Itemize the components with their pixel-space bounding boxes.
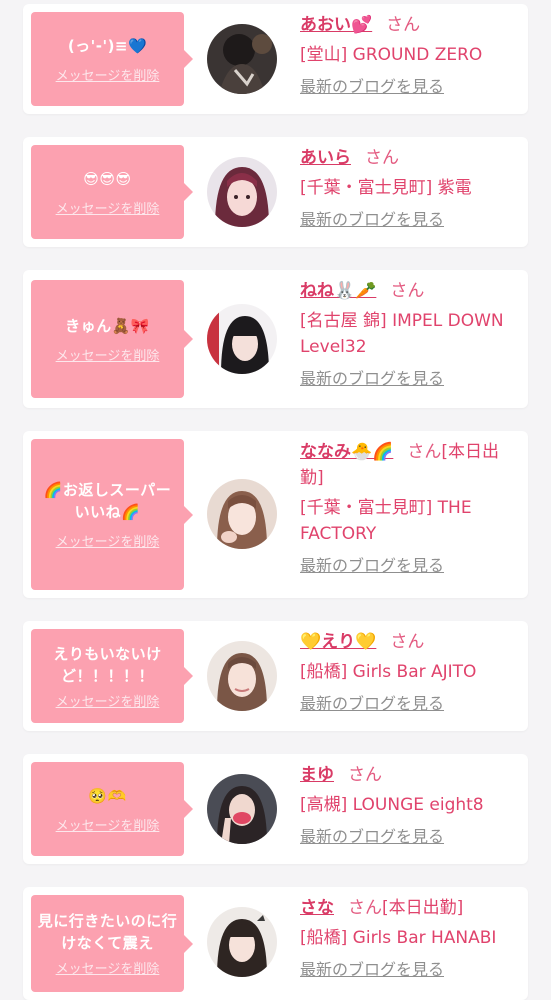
- avatar[interactable]: [207, 157, 277, 227]
- avatar[interactable]: [207, 774, 277, 844]
- message-text: きゅん🧸🎀: [65, 316, 150, 335]
- shop-name: [名古屋 錦] IMPEL DOWN Level32: [300, 311, 504, 357]
- delete-message-link[interactable]: メッセージを削除: [56, 815, 160, 834]
- shop-name: [堂山] GROUND ZERO: [300, 45, 483, 65]
- message-bubble: 🌈お返しスーパーいいね🌈 メッセージを削除: [31, 439, 193, 590]
- delete-message-link[interactable]: メッセージを削除: [56, 345, 160, 364]
- honorific: さん: [390, 632, 425, 652]
- message-bubble: (っ'-')≡💙 メッセージを削除: [31, 12, 193, 106]
- honorific: さん: [365, 148, 399, 168]
- list-item: 見に行きたいのに行けなくて震え メッセージを削除 さな さん[本日出勤] [船橋]…: [23, 887, 528, 1000]
- shop-name: [千葉・富士見町] THE FACTORY: [300, 498, 472, 544]
- cast-name-link[interactable]: 💛えり💛: [300, 632, 376, 652]
- list-item: えりもいないけど！！！！！ メッセージを削除 💛えり💛 さん [船橋] Girls…: [23, 621, 528, 731]
- list-item: きゅん🧸🎀 メッセージを削除 ねね🐰🥕 さん [名古屋 錦] IMPEL DOWN…: [23, 270, 528, 408]
- cast-name-link[interactable]: あいら: [300, 148, 351, 168]
- profile-info: 💛えり💛 さん [船橋] Girls Bar AJITO 最新のブログを見る: [300, 629, 520, 717]
- shop-name: [船橋] Girls Bar HANABI: [300, 928, 497, 948]
- message-text: 🌈お返しスーパーいいね🌈: [43, 481, 172, 521]
- list-item: 😎😎😎 メッセージを削除 あいら さん [千葉・富士見町] 紫電 最新のブログを見…: [23, 137, 528, 247]
- list-item: 🌈お返しスーパーいいね🌈 メッセージを削除 ななみ🐣🌈 さん[本日出勤] [千葉・…: [23, 431, 528, 598]
- profile-info: ねね🐰🥕 さん [名古屋 錦] IMPEL DOWN Level32 最新のブログ…: [300, 278, 520, 392]
- profile-info: あいら さん [千葉・富士見町] 紫電 最新のブログを見る: [300, 145, 520, 233]
- message-text: 🥺🫶: [88, 786, 127, 805]
- honorific: さん: [348, 898, 382, 918]
- message-bubble: えりもいないけど！！！！！ メッセージを削除: [31, 629, 193, 723]
- latest-blog-link[interactable]: 最新のブログを見る: [300, 74, 444, 100]
- avatar[interactable]: [207, 641, 277, 711]
- message-list: (っ'-')≡💙 メッセージを削除 あおい💕 さん [堂山] GROUND ZER…: [0, 0, 551, 1000]
- latest-blog-link[interactable]: 最新のブログを見る: [300, 957, 444, 983]
- honorific: さん: [407, 442, 442, 462]
- shop-name: [千葉・富士見町] 紫電: [300, 178, 472, 198]
- status-badge: [本日出勤]: [382, 898, 464, 918]
- message-text: 😎😎😎: [83, 169, 132, 188]
- message-text: (っ'-')≡💙: [67, 36, 148, 55]
- cast-name-link[interactable]: あおい💕: [300, 15, 372, 35]
- cast-name-link[interactable]: ねね🐰🥕: [300, 281, 376, 301]
- shop-name: [高槻] LOUNGE eight8: [300, 795, 484, 815]
- latest-blog-link[interactable]: 最新のブログを見る: [300, 691, 444, 717]
- honorific: さん: [348, 765, 382, 785]
- delete-message-link[interactable]: メッセージを削除: [56, 958, 160, 977]
- delete-message-link[interactable]: メッセージを削除: [56, 691, 160, 710]
- message-bubble: 🥺🫶 メッセージを削除: [31, 762, 193, 856]
- latest-blog-link[interactable]: 最新のブログを見る: [300, 553, 444, 579]
- delete-message-link[interactable]: メッセージを削除: [56, 198, 160, 217]
- cast-name-link[interactable]: ななみ🐣🌈: [300, 442, 393, 462]
- profile-info: まゆ さん [高槻] LOUNGE eight8 最新のブログを見る: [300, 762, 520, 850]
- latest-blog-link[interactable]: 最新のブログを見る: [300, 824, 444, 850]
- latest-blog-link[interactable]: 最新のブログを見る: [300, 366, 444, 392]
- avatar[interactable]: [207, 479, 277, 549]
- shop-name: [船橋] Girls Bar AJITO: [300, 662, 477, 682]
- message-bubble: 😎😎😎 メッセージを削除: [31, 145, 193, 239]
- profile-info: さな さん[本日出勤] [船橋] Girls Bar HANABI 最新のブログを…: [300, 895, 520, 983]
- list-item: 🥺🫶 メッセージを削除 まゆ さん [高槻] LOUNGE eight8 最新のブ…: [23, 754, 528, 864]
- message-bubble: 見に行きたいのに行けなくて震え メッセージを削除: [31, 895, 193, 992]
- avatar[interactable]: [207, 24, 277, 94]
- avatar[interactable]: [207, 304, 277, 374]
- delete-message-link[interactable]: メッセージを削除: [56, 65, 160, 84]
- profile-info: ななみ🐣🌈 さん[本日出勤] [千葉・富士見町] THE FACTORY 最新のブ…: [300, 439, 520, 579]
- list-item: (っ'-')≡💙 メッセージを削除 あおい💕 さん [堂山] GROUND ZER…: [23, 4, 528, 114]
- message-bubble: きゅん🧸🎀 メッセージを削除: [31, 280, 193, 398]
- cast-name-link[interactable]: さな: [300, 898, 334, 918]
- avatar[interactable]: [207, 907, 277, 977]
- profile-info: あおい💕 さん [堂山] GROUND ZERO 最新のブログを見る: [300, 12, 520, 100]
- cast-name-link[interactable]: まゆ: [300, 765, 334, 785]
- honorific: さん: [386, 15, 421, 35]
- latest-blog-link[interactable]: 最新のブログを見る: [300, 207, 444, 233]
- message-text: 見に行きたいのに行けなくて震え: [37, 912, 178, 952]
- message-text: えりもいないけど！！！！！: [53, 644, 162, 685]
- delete-message-link[interactable]: メッセージを削除: [56, 531, 160, 550]
- honorific: さん: [390, 281, 425, 301]
